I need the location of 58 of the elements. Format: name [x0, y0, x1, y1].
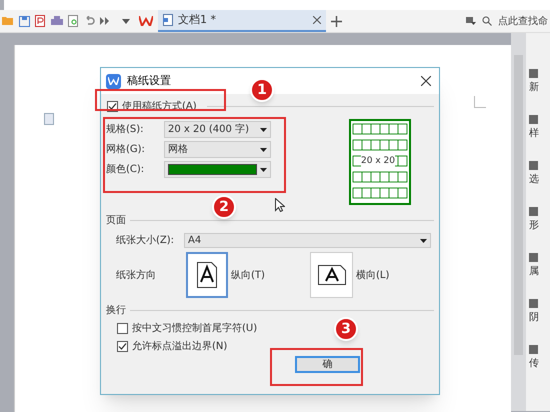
page-corner-icon [474, 96, 486, 108]
orientation-label[interactable]: 横向(L) [356, 268, 390, 282]
panel-label[interactable]: 传 [529, 356, 539, 371]
more-icon[interactable] [100, 17, 109, 25]
wps-logo-icon[interactable] [139, 16, 153, 26]
search-field[interactable]: 点此查找命 [498, 14, 548, 28]
dropdown-value: A4 [188, 234, 202, 248]
field-label: 纸张大小(Z): [116, 234, 176, 248]
pdf-icon[interactable] [35, 15, 46, 27]
panel-label[interactable]: 属 [529, 264, 539, 279]
orientation-option[interactable] [310, 252, 353, 298]
orientation-option[interactable] [186, 252, 228, 298]
menu-icon[interactable] [466, 17, 476, 25]
panel-label[interactable]: 形 [529, 218, 539, 233]
document-tab[interactable]: 文档1 * [158, 10, 326, 32]
cursor-icon [275, 198, 285, 212]
document-icon [163, 14, 173, 26]
checkbox-label[interactable]: 允许标点溢出边界(N) [132, 339, 228, 354]
ok-button[interactable]: 确 [295, 356, 360, 373]
portrait-page-icon [197, 262, 217, 288]
panel-label[interactable]: 新 [529, 80, 539, 95]
dropdown-icon[interactable] [122, 18, 130, 24]
checkbox-label[interactable]: 按中文习惯控制首尾字符(U) [132, 321, 258, 336]
dropdown[interactable]: 20 x 20 (400 字) [164, 121, 271, 138]
caret-icon [420, 238, 427, 242]
caret-icon [260, 128, 267, 132]
plus-icon[interactable] [331, 16, 342, 26]
landscape-page-icon [318, 265, 346, 285]
field-label: 纸张方向 [116, 268, 157, 282]
field-label: 颜色(C): [106, 162, 146, 177]
dropdown[interactable]: 网格 [164, 141, 271, 158]
orientation-label[interactable]: 纵向(T) [231, 268, 265, 282]
section-heading: 换行 [106, 304, 126, 318]
preview-label: 20 x 20 [361, 155, 395, 167]
print-icon[interactable] [51, 16, 63, 26]
dropdown-value: 20 x 20 (400 字) [168, 122, 250, 137]
dropdown[interactable]: A4 [184, 233, 431, 248]
panel-label[interactable]: 阴 [529, 310, 539, 325]
search-icon [482, 16, 492, 26]
app-icon [106, 74, 121, 88]
save-icon[interactable] [19, 16, 30, 26]
dialog-title: 稿纸设置 [127, 72, 171, 89]
dropdown[interactable] [164, 161, 271, 178]
panel-label[interactable]: 选 [529, 172, 539, 187]
checkbox[interactable] [117, 341, 128, 352]
checkbox[interactable] [117, 323, 128, 334]
tab-title: 文档1 * [178, 12, 216, 28]
preview-icon[interactable] [68, 15, 79, 27]
close-icon[interactable] [313, 16, 321, 24]
close-icon[interactable] [421, 76, 431, 86]
dropdown-value: 网格 [168, 142, 189, 157]
undo-icon[interactable] [84, 16, 95, 26]
caret-icon [260, 148, 267, 152]
field-label: 网格(G): [106, 142, 146, 157]
caret-icon [260, 168, 267, 172]
panel-label[interactable]: 样 [529, 126, 539, 141]
field-label: 规格(S): [106, 122, 145, 137]
section-heading: 页面 [106, 214, 126, 228]
